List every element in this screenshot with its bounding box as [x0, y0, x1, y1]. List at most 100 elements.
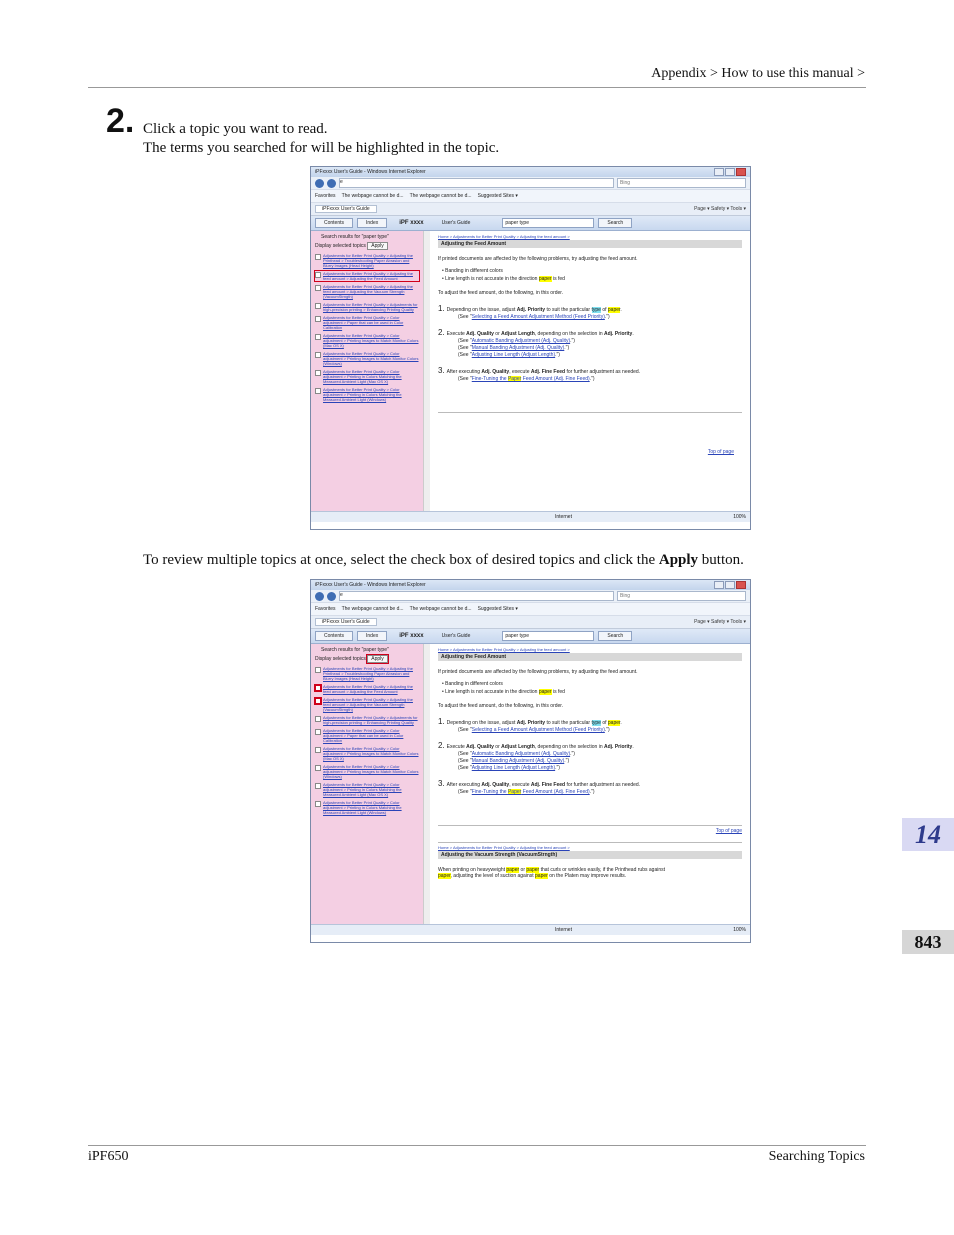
result-link[interactable]: Adjustments for Better Print Quality > A…: [323, 666, 419, 681]
result-link[interactable]: Adjustments for Better Print Quality > A…: [323, 271, 419, 281]
maximize-icon[interactable]: [725, 168, 735, 176]
result-link[interactable]: Adjustments for Better Print Quality > C…: [323, 728, 419, 743]
list-item[interactable]: Adjustments for Better Print Quality > C…: [315, 351, 419, 366]
list-item[interactable]: Adjustments for Better Print Quality > A…: [314, 684, 419, 694]
list-item[interactable]: Adjustments for Better Print Quality > A…: [315, 715, 419, 725]
link-feed-priority[interactable]: Selecting a Feed Amount Adjustment Metho…: [472, 314, 605, 320]
index-button[interactable]: Index: [357, 218, 388, 228]
checkbox[interactable]: [315, 801, 321, 807]
back-icon[interactable]: [315, 591, 324, 601]
forward-icon[interactable]: [327, 178, 336, 188]
index-button[interactable]: Index: [357, 631, 388, 641]
tab-users-guide[interactable]: iPFxxxx User's Guide: [315, 205, 377, 213]
query-input[interactable]: paper type: [502, 218, 595, 228]
search-input[interactable]: Bing: [617, 591, 746, 601]
contents-button[interactable]: Contents: [315, 631, 354, 641]
list-item[interactable]: Adjustments for Better Print Quality > C…: [315, 369, 419, 384]
result-link[interactable]: Adjustments for Better Print Quality > C…: [323, 333, 419, 348]
checkbox[interactable]: [315, 667, 321, 673]
link-manual-banding[interactable]: Manual Banding Adjustment (Adj. Quality): [472, 758, 565, 764]
link-auto-banding[interactable]: Automatic Banding Adjustment (Adj. Quali…: [472, 338, 570, 344]
result-link[interactable]: Adjustments for Better Print Quality > C…: [323, 369, 419, 384]
close-icon[interactable]: [736, 581, 746, 589]
result-link[interactable]: Adjustments for Better Print Quality > A…: [323, 284, 419, 299]
checkbox[interactable]: [315, 765, 321, 771]
result-link[interactable]: Adjustments for Better Print Quality > A…: [323, 684, 419, 694]
checkbox[interactable]: [315, 334, 321, 340]
link-line-length[interactable]: Adjusting Line Length (Adjust Length): [472, 352, 555, 358]
result-link[interactable]: Adjustments for Better Print Quality > A…: [323, 697, 419, 712]
list-item-selected[interactable]: Adjustments for Better Print Quality > A…: [314, 270, 420, 282]
checkbox[interactable]: [315, 303, 321, 309]
minimize-icon[interactable]: [714, 168, 724, 176]
checkbox[interactable]: [315, 254, 321, 260]
list-item[interactable]: Adjustments for Better Print Quality > A…: [315, 284, 419, 299]
checkbox[interactable]: [315, 352, 321, 358]
address-input[interactable]: e: [339, 178, 614, 188]
result-link[interactable]: Adjustments for Better Print Quality > C…: [323, 387, 419, 402]
results-scrollbar[interactable]: [423, 644, 430, 924]
query-input[interactable]: paper type: [502, 631, 595, 641]
checkbox[interactable]: [315, 716, 321, 722]
checkbox[interactable]: [315, 316, 321, 322]
list-item[interactable]: Adjustments for Better Print Quality > A…: [315, 302, 419, 312]
list-item[interactable]: Adjustments for Better Print Quality > A…: [315, 253, 419, 268]
apply-button[interactable]: Apply: [366, 654, 389, 664]
top-of-page-link[interactable]: Top of page: [708, 449, 734, 455]
address-input[interactable]: e: [339, 591, 614, 601]
back-icon[interactable]: [315, 178, 324, 188]
favorites-button[interactable]: Favorites: [315, 606, 336, 612]
list-item[interactable]: Adjustments for Better Print Quality > A…: [315, 666, 419, 681]
list-item[interactable]: Adjustments for Better Print Quality > C…: [315, 728, 419, 743]
checkbox-checked[interactable]: [314, 684, 322, 692]
result-link[interactable]: Adjustments for Better Print Quality > A…: [323, 715, 419, 725]
checkbox[interactable]: [315, 272, 321, 278]
top-of-page-link[interactable]: Top of page: [716, 828, 742, 834]
result-link[interactable]: Adjustments for Better Print Quality > C…: [323, 746, 419, 761]
list-item[interactable]: Adjustments for Better Print Quality > C…: [315, 387, 419, 402]
favorite-link-2[interactable]: The webpage cannot be d...: [410, 193, 472, 199]
article-breadcrumb[interactable]: Home > Adjustments for Better Print Qual…: [438, 234, 742, 239]
close-icon[interactable]: [736, 168, 746, 176]
checkbox[interactable]: [315, 747, 321, 753]
result-link[interactable]: Adjustments for Better Print Quality > C…: [323, 782, 419, 797]
tab-users-guide[interactable]: iPFxxxx User's Guide: [315, 618, 377, 626]
favorite-link-2[interactable]: The webpage cannot be d...: [410, 606, 472, 612]
link-auto-banding[interactable]: Automatic Banding Adjustment (Adj. Quali…: [472, 751, 570, 757]
result-link[interactable]: Adjustments for Better Print Quality > A…: [323, 253, 419, 268]
zoom-level[interactable]: 100%: [733, 514, 746, 520]
results-scrollbar[interactable]: [423, 231, 430, 511]
article-2-breadcrumb[interactable]: Home > Adjustments for Better Print Qual…: [438, 845, 742, 850]
maximize-icon[interactable]: [725, 581, 735, 589]
list-item[interactable]: Adjustments for Better Print Quality > C…: [315, 333, 419, 348]
result-link[interactable]: Adjustments for Better Print Quality > A…: [323, 302, 419, 312]
command-bar[interactable]: Page ▾ Safety ▾ Tools ▾: [694, 206, 746, 212]
apply-button[interactable]: Apply: [367, 242, 388, 250]
favorites-button[interactable]: Favorites: [315, 193, 336, 199]
result-link[interactable]: Adjustments for Better Print Quality > C…: [323, 315, 419, 330]
suggested-sites[interactable]: Suggested Sites ▾: [478, 606, 518, 612]
suggested-sites[interactable]: Suggested Sites ▾: [478, 193, 518, 199]
checkbox[interactable]: [315, 285, 321, 291]
forward-icon[interactable]: [327, 591, 336, 601]
checkbox[interactable]: [315, 388, 321, 394]
zoom-level[interactable]: 100%: [733, 927, 746, 933]
result-link[interactable]: Adjustments for Better Print Quality > C…: [323, 351, 419, 366]
list-item[interactable]: Adjustments for Better Print Quality > C…: [315, 764, 419, 779]
checkbox[interactable]: [315, 783, 321, 789]
list-item[interactable]: Adjustments for Better Print Quality > C…: [315, 800, 419, 815]
article-breadcrumb[interactable]: Home > Adjustments for Better Print Qual…: [438, 647, 742, 652]
search-button[interactable]: Search: [598, 631, 633, 641]
list-item[interactable]: Adjustments for Better Print Quality > A…: [314, 697, 419, 712]
link-line-length[interactable]: Adjusting Line Length (Adjust Length): [472, 765, 555, 771]
search-button[interactable]: Search: [598, 218, 633, 228]
link-fine-feed[interactable]: Fine-Tuning the Paper Feed Amount (Adj. …: [472, 376, 590, 382]
checkbox[interactable]: [315, 370, 321, 376]
link-feed-priority[interactable]: Selecting a Feed Amount Adjustment Metho…: [472, 727, 605, 733]
result-link[interactable]: Adjustments for Better Print Quality > C…: [323, 800, 419, 815]
checkbox-checked[interactable]: [314, 697, 322, 705]
link-manual-banding[interactable]: Manual Banding Adjustment (Adj. Quality): [472, 345, 565, 351]
favorite-link-1[interactable]: The webpage cannot be d...: [342, 606, 404, 612]
checkbox[interactable]: [315, 729, 321, 735]
favorite-link-1[interactable]: The webpage cannot be d...: [342, 193, 404, 199]
